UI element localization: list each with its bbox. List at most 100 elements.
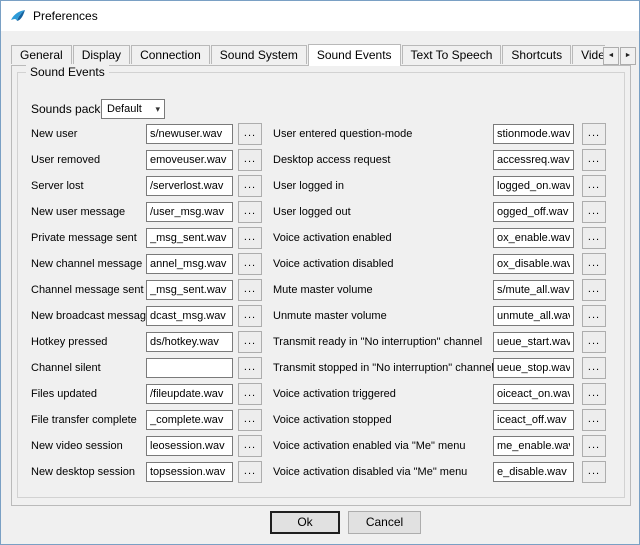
sound-event-label: User entered question-mode <box>273 124 412 144</box>
sound-event-label: Voice activation enabled via "Me" menu <box>273 436 465 456</box>
tab-display[interactable]: Display <box>73 45 130 64</box>
sound-event-row: File transfer complete... <box>31 410 262 430</box>
browse-button[interactable]: ... <box>238 253 262 275</box>
sound-event-label: User logged in <box>273 176 344 196</box>
browse-button[interactable]: ... <box>582 461 606 483</box>
tab-sound-events[interactable]: Sound Events <box>308 44 401 66</box>
browse-button[interactable]: ... <box>238 279 262 301</box>
sound-event-label: New user <box>31 124 77 144</box>
sound-event-file-input[interactable] <box>493 306 574 326</box>
sound-event-file-input[interactable] <box>146 280 233 300</box>
browse-button[interactable]: ... <box>582 201 606 223</box>
browse-button[interactable]: ... <box>582 227 606 249</box>
tab-text-to-speech[interactable]: Text To Speech <box>402 45 502 64</box>
browse-button[interactable]: ... <box>238 461 262 483</box>
sound-event-file-input[interactable] <box>493 280 574 300</box>
sound-event-file-input[interactable] <box>146 410 233 430</box>
sound-event-label: Desktop access request <box>273 150 390 170</box>
browse-button[interactable]: ... <box>582 409 606 431</box>
browse-button[interactable]: ... <box>582 123 606 145</box>
browse-button[interactable]: ... <box>238 175 262 197</box>
browse-button[interactable]: ... <box>582 383 606 405</box>
sound-event-file-input[interactable] <box>146 176 233 196</box>
sound-event-label: Server lost <box>31 176 84 196</box>
sound-event-row: Mute master volume... <box>273 280 606 300</box>
sound-event-file-input[interactable] <box>493 358 574 378</box>
tab-sound-system[interactable]: Sound System <box>211 45 307 64</box>
tab-connection[interactable]: Connection <box>131 45 210 64</box>
sound-event-file-input[interactable] <box>146 358 233 378</box>
sound-event-file-input[interactable] <box>146 150 233 170</box>
tab-general[interactable]: General <box>11 45 72 64</box>
browse-button[interactable]: ... <box>238 201 262 223</box>
browse-button[interactable]: ... <box>582 279 606 301</box>
sound-event-file-input[interactable] <box>493 176 574 196</box>
sound-event-label: Transmit stopped in "No interruption" ch… <box>273 358 494 378</box>
sound-event-file-input[interactable] <box>146 306 233 326</box>
browse-button[interactable]: ... <box>238 435 262 457</box>
sound-event-label: New desktop session <box>31 462 135 482</box>
tab-scroll-right-button[interactable]: ► <box>620 47 636 65</box>
sound-event-file-input[interactable] <box>493 202 574 222</box>
sound-event-file-input[interactable] <box>493 436 574 456</box>
sound-event-file-input[interactable] <box>493 410 574 430</box>
sound-event-label: Hotkey pressed <box>31 332 107 352</box>
browse-button[interactable]: ... <box>582 357 606 379</box>
sound-event-row: Voice activation enabled... <box>273 228 606 248</box>
sound-event-label: Voice activation stopped <box>273 410 392 430</box>
sound-event-file-input[interactable] <box>493 228 574 248</box>
sound-event-row: New user... <box>31 124 262 144</box>
groupbox-title: Sound Events <box>26 65 109 79</box>
title-bar[interactable]: Preferences <box>1 1 639 31</box>
cancel-button[interactable]: Cancel <box>348 511 421 534</box>
browse-button[interactable]: ... <box>582 435 606 457</box>
browse-button[interactable]: ... <box>582 149 606 171</box>
sound-event-file-input[interactable] <box>493 124 574 144</box>
sound-event-file-input[interactable] <box>493 254 574 274</box>
sound-event-file-input[interactable] <box>146 462 233 482</box>
sound-event-row: Hotkey pressed... <box>31 332 262 352</box>
sounds-pack-select[interactable]: Default ▾ <box>101 99 165 119</box>
browse-button[interactable]: ... <box>238 123 262 145</box>
browse-button[interactable]: ... <box>582 253 606 275</box>
ok-button[interactable]: Ok <box>270 511 340 534</box>
sound-event-row: New desktop session... <box>31 462 262 482</box>
browse-button[interactable]: ... <box>238 383 262 405</box>
sound-event-file-input[interactable] <box>146 124 233 144</box>
browse-button[interactable]: ... <box>238 149 262 171</box>
sound-event-row: User logged out... <box>273 202 606 222</box>
sound-event-file-input[interactable] <box>146 254 233 274</box>
browse-button[interactable]: ... <box>238 227 262 249</box>
sound-event-label: Files updated <box>31 384 97 404</box>
app-logo-icon <box>10 8 26 24</box>
browse-button[interactable]: ... <box>238 409 262 431</box>
sound-event-label: New video session <box>31 436 123 456</box>
sounds-pack-value: Default <box>102 103 155 115</box>
sound-event-row: Transmit ready in "No interruption" chan… <box>273 332 606 352</box>
sound-event-file-input[interactable] <box>146 202 233 222</box>
sound-event-file-input[interactable] <box>146 228 233 248</box>
sound-event-row: New broadcast message... <box>31 306 262 326</box>
browse-button[interactable]: ... <box>582 331 606 353</box>
sound-event-row: Desktop access request... <box>273 150 606 170</box>
tab-video[interactable]: Video <box>572 45 605 64</box>
sound-event-file-input[interactable] <box>493 384 574 404</box>
sound-event-file-input[interactable] <box>493 332 574 352</box>
tab-shortcuts[interactable]: Shortcuts <box>502 45 571 64</box>
sound-event-label: User logged out <box>273 202 351 222</box>
browse-button[interactable]: ... <box>238 305 262 327</box>
sound-event-file-input[interactable] <box>493 150 574 170</box>
sound-event-file-input[interactable] <box>146 384 233 404</box>
sound-event-file-input[interactable] <box>146 332 233 352</box>
sound-event-row: Channel message sent... <box>31 280 262 300</box>
browse-button[interactable]: ... <box>238 331 262 353</box>
sound-event-file-input[interactable] <box>493 462 574 482</box>
browse-button[interactable]: ... <box>582 175 606 197</box>
preferences-window: Preferences GeneralDisplayConnectionSoun… <box>0 0 640 545</box>
sound-event-file-input[interactable] <box>146 436 233 456</box>
browse-button[interactable]: ... <box>582 305 606 327</box>
tab-scroll-left-button[interactable]: ◄ <box>603 47 619 65</box>
browse-button[interactable]: ... <box>238 357 262 379</box>
sound-event-label: New broadcast message <box>31 306 152 326</box>
sound-event-row: Files updated... <box>31 384 262 404</box>
